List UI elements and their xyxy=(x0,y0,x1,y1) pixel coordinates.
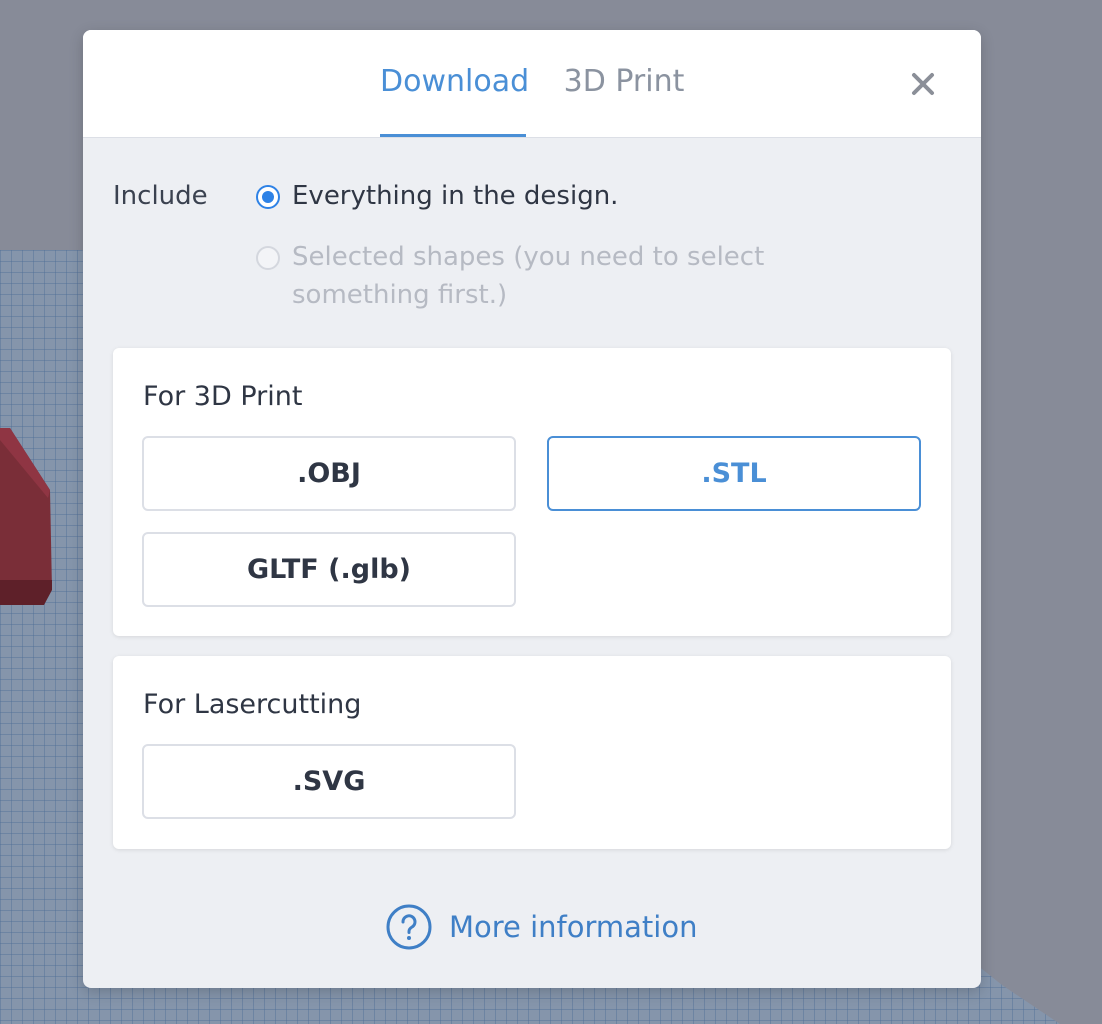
red-3d-shape xyxy=(0,428,52,605)
panel-title-3d-print: For 3D Print xyxy=(143,381,303,412)
radio-button-selected[interactable] xyxy=(256,185,280,209)
tab-download[interactable]: Download xyxy=(380,30,529,137)
dialog-header: Download 3D Print xyxy=(83,30,981,138)
more-information-label: More information xyxy=(449,910,698,944)
radio-everything[interactable]: Everything in the design. xyxy=(256,177,618,215)
panel-3d-print: For 3D Print .OBJ .STL GLTF (.glb) xyxy=(113,348,951,636)
radio-button-disabled xyxy=(256,246,280,270)
stl-button[interactable]: .STL xyxy=(547,436,921,511)
question-circle-icon xyxy=(386,904,432,950)
radio-selected-shapes: Selected shapes (you need to select some… xyxy=(256,238,776,314)
include-label: Include xyxy=(113,181,208,211)
close-icon[interactable] xyxy=(907,68,939,100)
obj-button[interactable]: .OBJ xyxy=(142,436,516,511)
svg-button[interactable]: .SVG xyxy=(142,744,516,819)
panel-title-lasercutting: For Lasercutting xyxy=(143,689,362,720)
radio-everything-label: Everything in the design. xyxy=(292,181,619,211)
more-information-link[interactable]: More information xyxy=(385,903,697,951)
radio-selected-shapes-label: Selected shapes (you need to select some… xyxy=(292,242,765,310)
panel-lasercutting: For Lasercutting .SVG xyxy=(113,656,951,849)
download-dialog: Download 3D Print Include Everything in … xyxy=(83,30,981,988)
tab-3d-print[interactable]: 3D Print xyxy=(561,30,687,137)
gltf-button[interactable]: GLTF (.glb) xyxy=(142,532,516,607)
